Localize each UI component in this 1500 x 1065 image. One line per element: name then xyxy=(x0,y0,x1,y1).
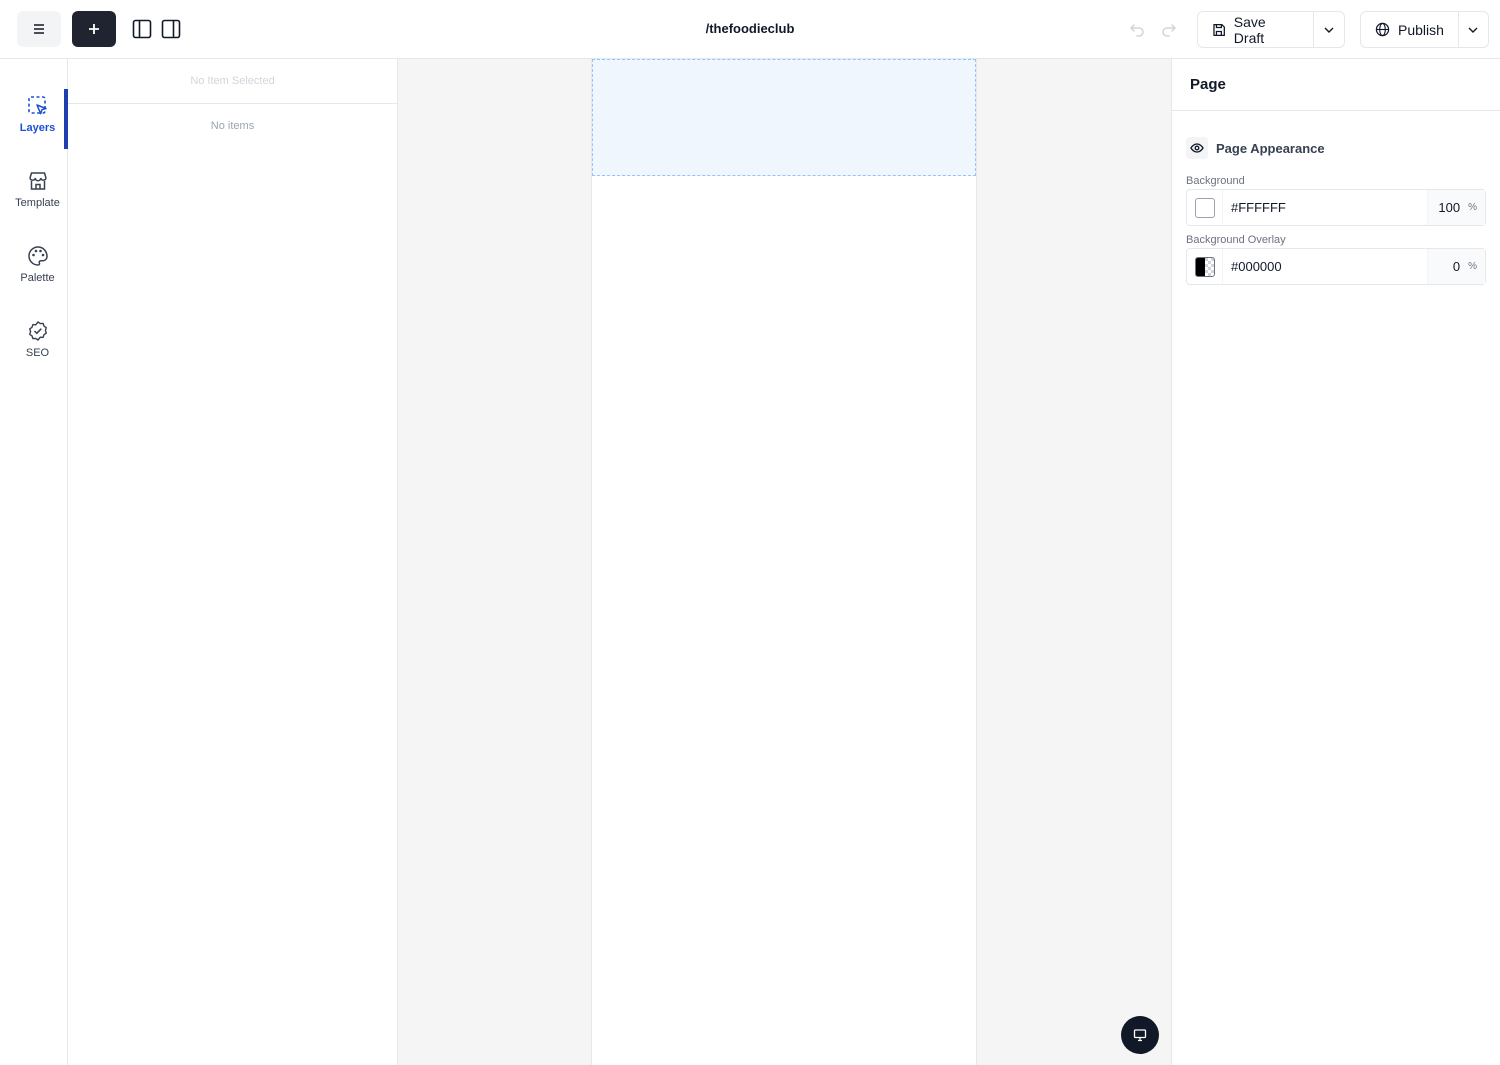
rail-item-seo[interactable]: SEO xyxy=(7,320,68,380)
save-draft-label: Save Draft xyxy=(1233,13,1266,46)
save-draft-button[interactable]: Save Draft xyxy=(1198,12,1314,47)
layers-select-icon xyxy=(27,96,47,115)
undo-icon xyxy=(1129,24,1144,37)
editor-canvas xyxy=(398,59,1171,1065)
background-opacity-value: 100 xyxy=(1438,200,1461,215)
section-title-label: Page Appearance xyxy=(1216,140,1325,156)
redo-button[interactable] xyxy=(1160,20,1178,38)
overlay-opacity-input[interactable]: 0 % xyxy=(1427,249,1485,284)
save-options-dropdown[interactable] xyxy=(1314,12,1344,47)
storefront-icon xyxy=(28,172,47,190)
publish-options-dropdown[interactable] xyxy=(1459,12,1488,47)
overlay-label: Background Overlay xyxy=(1186,234,1286,246)
floppy-disk-icon xyxy=(1213,23,1225,36)
eye-icon xyxy=(1190,143,1204,153)
palette-icon xyxy=(27,246,48,266)
layers-panel: No Item Selected No items xyxy=(68,59,398,1065)
layers-empty-state: No items xyxy=(210,120,255,132)
publish-split-button: Publish xyxy=(1360,11,1489,48)
background-swatch-button[interactable] xyxy=(1187,190,1223,225)
background-swatch xyxy=(1194,197,1215,218)
redo-icon xyxy=(1162,24,1177,37)
properties-title: Page xyxy=(1172,59,1500,111)
badge-check-icon xyxy=(28,321,47,341)
rail-item-template[interactable]: Template xyxy=(7,170,68,230)
rail-label-template: Template xyxy=(15,197,60,209)
rail-label-palette: Palette xyxy=(20,272,55,284)
background-opacity-input[interactable]: 100 % xyxy=(1427,190,1485,225)
top-bar: /thefoodieclub Save Draft Publish xyxy=(0,0,1500,59)
chevron-down-icon xyxy=(1468,27,1478,33)
chevron-down-icon xyxy=(1324,27,1334,33)
save-draft-split-button: Save Draft xyxy=(1197,11,1345,48)
publish-label: Publish xyxy=(1398,21,1444,38)
overlay-swatch xyxy=(1194,256,1215,277)
rail-label-seo: SEO xyxy=(25,347,50,359)
publish-button[interactable]: Publish xyxy=(1361,12,1459,47)
page-frame[interactable] xyxy=(591,59,977,1065)
rail-item-layers[interactable]: Layers xyxy=(7,95,68,155)
overlay-hex-input[interactable]: #000000 xyxy=(1223,259,1427,274)
overlay-opacity-value: 0 xyxy=(1452,259,1461,274)
overlay-swatch-button[interactable] xyxy=(1187,249,1223,284)
drop-zone[interactable] xyxy=(592,59,976,176)
rail-label-layers: Layers xyxy=(19,122,56,134)
properties-panel: Page Page Appearance Background #FFFFFF … xyxy=(1171,59,1500,1065)
background-hex-input[interactable]: #FFFFFF xyxy=(1223,200,1427,215)
undo-button[interactable] xyxy=(1128,20,1146,38)
percent-symbol: % xyxy=(1468,261,1477,272)
eye-icon-wrap xyxy=(1186,137,1208,159)
background-label: Background xyxy=(1186,175,1245,187)
monitor-icon xyxy=(1133,1029,1147,1042)
percent-symbol: % xyxy=(1468,202,1477,213)
globe-icon xyxy=(1375,22,1390,37)
selected-item-label: No Item Selected xyxy=(68,59,397,104)
background-color-field: #FFFFFF 100 % xyxy=(1186,189,1486,226)
device-preview-button[interactable] xyxy=(1121,1016,1159,1054)
left-icon-rail: Layers Template Palette SEO xyxy=(7,59,68,1065)
page-appearance-section[interactable]: Page Appearance xyxy=(1186,137,1325,159)
rail-item-palette[interactable]: Palette xyxy=(7,245,68,305)
overlay-color-field: #000000 0 % xyxy=(1186,248,1486,285)
